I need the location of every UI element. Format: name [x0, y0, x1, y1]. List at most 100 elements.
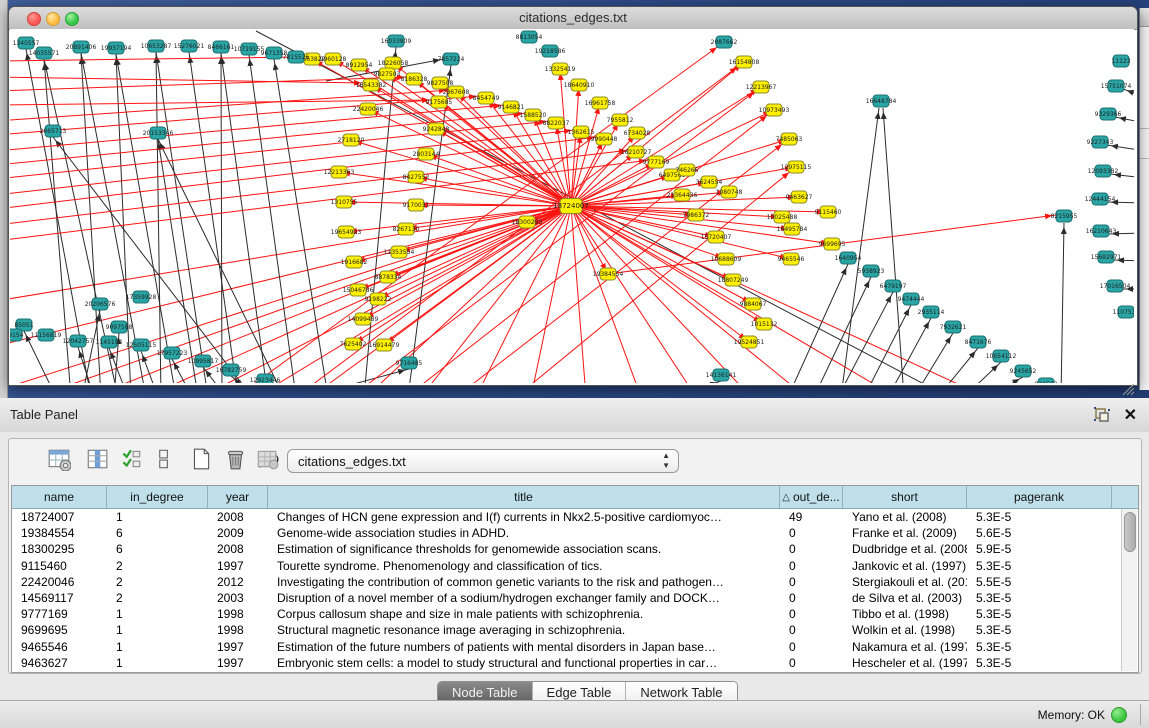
network-node[interactable]: 9175685: [426, 96, 453, 108]
table-cell[interactable]: 5.3E-5: [967, 639, 1112, 655]
vertical-scrollbar[interactable]: [1121, 509, 1137, 671]
table-cell[interactable]: Disruption of a novel member of a sodium…: [268, 590, 780, 606]
network-node[interactable]: 9960128: [320, 53, 347, 65]
network-node[interactable]: 1080748: [716, 186, 743, 198]
network-node[interactable]: 12213967: [746, 81, 777, 93]
network-node[interactable]: 9115460: [815, 206, 842, 218]
network-node[interactable]: 8466161: [208, 41, 235, 53]
table-cell[interactable]: 0: [780, 639, 843, 655]
table-cell[interactable]: 22420046: [12, 574, 107, 590]
network-node[interactable]: 16210727: [621, 146, 652, 158]
table-cell[interactable]: 0: [780, 558, 843, 574]
network-node[interactable]: 1015132: [751, 318, 778, 330]
table-cell[interactable]: Investigating the contribution of common…: [268, 574, 780, 590]
table-cell[interactable]: 19384554: [12, 525, 107, 541]
network-node[interactable]: 6734028: [624, 127, 651, 139]
table-cell[interactable]: 2: [107, 574, 208, 590]
network-window-titlebar[interactable]: citations_edges.txt: [9, 7, 1137, 30]
table-cell[interactable]: 2009: [208, 525, 268, 541]
table-cell[interactable]: Genome-wide association studies in ADHD.: [268, 525, 780, 541]
network-node[interactable]: 8427552: [403, 171, 430, 183]
network-node[interactable]: 8813054: [516, 31, 543, 43]
network-node[interactable]: 1310755: [331, 196, 358, 208]
network-node[interactable]: 11123: [1111, 55, 1130, 67]
network-node[interactable]: 6479197: [880, 280, 907, 292]
network-node[interactable]: 20206576: [85, 298, 116, 310]
table-cell[interactable]: Jankovic et al. (1997): [843, 558, 967, 574]
table-cell[interactable]: 1: [107, 655, 208, 671]
table-cell[interactable]: 9777169: [12, 606, 107, 622]
network-node[interactable]: 16648784: [866, 95, 897, 107]
network-node[interactable]: 17016504: [1100, 280, 1131, 292]
network-node[interactable]: 1107533: [1113, 306, 1134, 318]
table-row[interactable]: 2242004622012Investigating the contribut…: [12, 574, 1138, 590]
network-node[interactable]: 10688609: [711, 253, 742, 265]
table-cell[interactable]: 1: [107, 509, 208, 525]
table-cell[interactable]: 18300295: [12, 541, 107, 557]
network-node[interactable]: 7986372: [683, 209, 710, 221]
network-node[interactable]: 2065713: [40, 125, 67, 137]
table-cell[interactable]: Tibbo et al. (1998): [843, 606, 967, 622]
network-node[interactable]: 12975115: [781, 161, 812, 173]
column-header-pagerank[interactable]: pagerank: [967, 486, 1112, 508]
table-cell[interactable]: 0: [780, 525, 843, 541]
table-row[interactable]: 1938455462009Genome-wide association stu…: [12, 525, 1138, 541]
table-cell[interactable]: Nakamura et al. (1997): [843, 639, 967, 655]
network-node[interactable]: 12093382: [1088, 165, 1119, 177]
column-header-out_de[interactable]: △out_de...: [780, 486, 843, 508]
table-cell[interactable]: 9115460: [12, 558, 107, 574]
table-row[interactable]: 911546021997Tourette syndrome. Phenomeno…: [12, 558, 1138, 574]
network-node[interactable]: 8822037: [543, 117, 570, 129]
table-cell[interactable]: 9465546: [12, 639, 107, 655]
table-cell[interactable]: 2: [107, 590, 208, 606]
network-node[interactable]: 16210643: [1086, 225, 1117, 237]
table-row[interactable]: 1830029562008Estimation of significance …: [12, 541, 1138, 557]
network-node[interactable]: 14136141: [706, 369, 737, 381]
table-cell[interactable]: 5.3E-5: [967, 558, 1112, 574]
table-cell[interactable]: 2003: [208, 590, 268, 606]
network-node[interactable]: 9463627: [786, 191, 813, 203]
table-cell[interactable]: Estimation of the future numbers of pati…: [268, 639, 780, 655]
network-node[interactable]: 2087662: [711, 36, 738, 48]
table-cell[interactable]: 14569117: [12, 590, 107, 606]
table-cell[interactable]: Tourette syndrome. Phenomenology and cla…: [268, 558, 780, 574]
table-cell[interactable]: 5.6E-5: [967, 525, 1112, 541]
table-cell[interactable]: 18724007: [12, 509, 107, 525]
table-row[interactable]: 946554611997Estimation of the future num…: [12, 639, 1138, 655]
network-node[interactable]: 9777169: [643, 156, 670, 168]
table-cell[interactable]: 0: [780, 541, 843, 557]
network-node[interactable]: 8471676: [965, 336, 992, 348]
network-node[interactable]: 15276021: [174, 40, 205, 52]
table-cell[interactable]: 1: [107, 622, 208, 638]
network-node[interactable]: 8215955: [1051, 210, 1078, 222]
import-table-icon[interactable]: [255, 447, 283, 475]
table-row[interactable]: 1456911722003Disruption of a novel membe…: [12, 590, 1138, 606]
network-node[interactable]: 16154808: [729, 56, 760, 68]
close-panel-icon[interactable]: ✕: [1124, 405, 1137, 425]
table-cell[interactable]: 2008: [208, 509, 268, 525]
table-row[interactable]: 946362711997Embryonic stem cells: a mode…: [12, 655, 1138, 671]
table-cell[interactable]: 49: [780, 509, 843, 525]
table-cell[interactable]: 2012: [208, 574, 268, 590]
network-node[interactable]: 1640954: [835, 252, 862, 264]
network-node[interactable]: 39154: [10, 329, 24, 341]
network-node[interactable]: 19654923: [331, 226, 362, 238]
table-cell[interactable]: 1: [107, 639, 208, 655]
table-cell[interactable]: Yano et al. (2008): [843, 509, 967, 525]
network-node[interactable]: 12444154: [1085, 193, 1116, 205]
network-node[interactable]: 9170031: [403, 199, 430, 211]
table-selector-combobox[interactable]: citations_edges.txt ▲▼: [287, 449, 679, 473]
column-header-name[interactable]: name: [12, 486, 107, 508]
network-node[interactable]: 9245652: [1010, 365, 1037, 377]
network-node[interactable]: 2935114: [918, 306, 945, 318]
network-node[interactable]: 15692971: [1091, 251, 1122, 263]
network-node[interactable]: 9716485: [396, 357, 423, 369]
table-cell[interactable]: de Silva et al. (2003): [843, 590, 967, 606]
network-node[interactable]: 19937194: [101, 42, 132, 54]
table-cell[interactable]: 1: [107, 606, 208, 622]
table-cell[interactable]: 2008: [208, 541, 268, 557]
network-node[interactable]: 3624554: [696, 176, 723, 188]
network-node[interactable]: 7485063: [776, 133, 803, 145]
network-node[interactable]: 21364436: [667, 189, 698, 201]
network-node[interactable]: 14099489: [348, 313, 379, 325]
